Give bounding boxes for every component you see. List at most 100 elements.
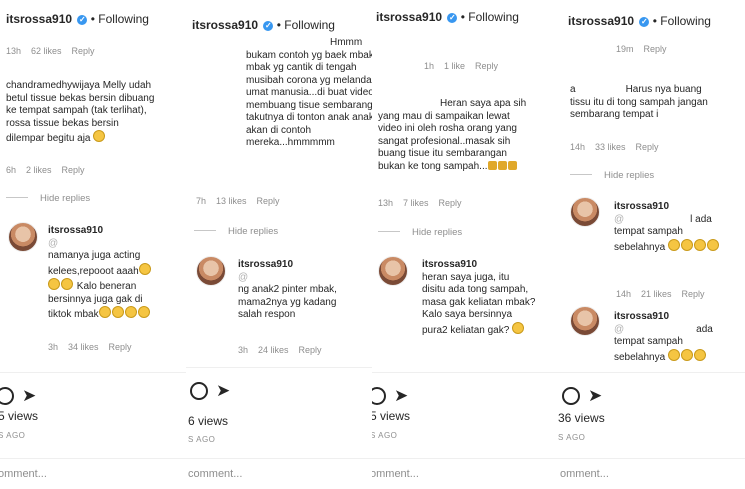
username[interactable]: itsrossa910 — [192, 18, 258, 32]
comment-bar: omment... — [0, 458, 186, 489]
emoji-icon — [693, 348, 706, 361]
timestamp: S AGO — [372, 431, 398, 440]
panel-2: itsrossa910 ✓ • Following Hmmm bukam con… — [186, 0, 373, 489]
emoji-icon — [93, 130, 106, 142]
share-icon[interactable]: ➤ — [22, 386, 36, 406]
emoji-icon — [61, 278, 73, 290]
verified-icon: ✓ — [77, 15, 88, 25]
hide-replies-button[interactable]: Hide replies — [6, 193, 90, 204]
emoji-icon — [48, 278, 60, 290]
comment-text: Heran saya apa sih yang mau di sampaikan… — [378, 98, 527, 172]
following-label[interactable]: • Following — [653, 14, 711, 28]
comment-input[interactable]: omment... — [560, 468, 609, 480]
reply-meta: 14h 21 likes Reply — [616, 289, 705, 299]
reply-meta: 3h 34 likes Reply — [48, 342, 132, 352]
emoji-icon — [667, 348, 680, 361]
verified-icon: ✓ — [263, 21, 274, 31]
reply-username[interactable]: itsrossa910 — [238, 259, 293, 270]
username[interactable]: itsrossa910 — [376, 10, 442, 24]
post-header: itsrossa910 ✓ • Following — [558, 0, 745, 40]
avatar[interactable] — [378, 256, 408, 286]
comment-meta: 19m Reply — [616, 44, 667, 54]
timestamp: S AGO — [188, 435, 216, 444]
share-icon[interactable]: ➤ — [588, 386, 602, 406]
comment-text: chandramedhywijaya Melly udah betul tiss… — [6, 80, 155, 144]
view-count: 5 views — [372, 409, 411, 423]
emoji-icon — [693, 238, 706, 251]
comment-meta: 14h 33 likes Reply — [570, 142, 659, 152]
post-header: itsrossa910 ✓ • Following — [0, 0, 186, 42]
emoji-icon — [137, 306, 150, 318]
emoji-icon — [680, 238, 693, 251]
reply-username[interactable]: itsrossa910 — [614, 311, 669, 322]
reply-text: itsrossa910 @ ng anak2 pinter mbak, mama… — [238, 259, 337, 320]
thumbs-down-icon — [497, 160, 507, 170]
hide-replies-button[interactable]: Hide replies — [378, 227, 462, 238]
comment-text: a Harus nya buang tissu itu di tong sampa… — [570, 84, 708, 120]
following-label[interactable]: • Following — [461, 10, 519, 24]
timestamp: S AGO — [0, 431, 26, 440]
comment-text: Hmmm bukam contoh yg baek mbak mbak yg c… — [246, 37, 373, 148]
reply-username[interactable]: itsrossa910 — [48, 225, 103, 236]
comment-bar: omment... — [372, 458, 558, 489]
emoji-icon — [512, 321, 525, 334]
emoji-icon — [124, 306, 137, 318]
comment-input[interactable]: omment... — [372, 468, 419, 480]
thumbs-down-icon — [487, 160, 497, 170]
comment-meta: 1h 1 like Reply — [424, 61, 499, 71]
avatar[interactable] — [570, 306, 600, 336]
reply-meta: 3h 24 likes Reply — [238, 345, 322, 355]
reply-username[interactable]: itsrossa910 — [422, 259, 477, 270]
emoji-icon — [706, 238, 719, 251]
post-actions: ➤ 5 views S AGO omment... — [372, 372, 558, 489]
comment-icon[interactable] — [562, 387, 580, 406]
panel-3: itsrossa910 ✓ • Following 1h 1 like Reply … — [372, 0, 559, 489]
reply-text: itsrossa910 @ namanya juga acting kelees… — [48, 225, 152, 322]
post-actions: ➤ 36 views S AGO omment... — [558, 372, 745, 489]
comment-icon[interactable] — [190, 382, 208, 401]
emoji-icon — [111, 306, 124, 318]
comment-meta: 13h 62 likes Reply — [6, 46, 95, 56]
panel-1: itsrossa910 ✓ • Following 13h 62 likes Rep… — [0, 0, 187, 489]
reply-username[interactable]: itsrossa910 — [614, 201, 669, 212]
panel-4: itsrossa910 ✓ • Following 19m Reply a Haru… — [558, 0, 745, 489]
avatar[interactable] — [196, 256, 226, 286]
following-label[interactable]: • Following — [277, 18, 335, 32]
username[interactable]: itsrossa910 — [6, 12, 72, 26]
hide-replies-button[interactable]: Hide replies — [570, 170, 654, 181]
post-header: itsrossa910 ✓ • Following — [186, 0, 372, 36]
reply-text: itsrossa910 heran saya juga, itu disitu … — [422, 259, 536, 336]
emoji-icon — [667, 238, 680, 251]
comment-meta: 13h 7 likes Reply — [378, 198, 462, 208]
hide-replies-button[interactable]: Hide replies — [194, 226, 278, 237]
comment-bar: omment... — [558, 458, 745, 489]
comment-input[interactable]: omment... — [0, 468, 47, 480]
comment-bar: comment... — [186, 458, 372, 489]
comment-icon[interactable] — [0, 387, 14, 406]
emoji-icon — [680, 348, 693, 361]
timestamp: S AGO — [558, 433, 586, 442]
view-count: 6 views — [188, 414, 229, 428]
comment-meta: 7h 13 likes Reply — [196, 196, 280, 206]
share-icon[interactable]: ➤ — [216, 381, 230, 401]
reply-text: itsrossa910 @ l ada tempat sampah sebelah… — [614, 201, 720, 254]
post-header: itsrossa910 ✓ • Following — [372, 0, 558, 30]
comment-meta: 6h 2 likes Reply — [6, 165, 85, 175]
comment-input[interactable]: comment... — [188, 468, 242, 480]
emoji-icon — [138, 262, 151, 275]
view-count: 5 views — [0, 409, 39, 423]
verified-icon: ✓ — [639, 17, 650, 27]
verified-icon: ✓ — [447, 13, 458, 23]
emoji-icon — [98, 306, 111, 318]
comment-icon[interactable] — [372, 387, 386, 406]
reply-text: itsrossa910 @ ada tempat sampah sebelahny… — [614, 311, 713, 363]
avatar[interactable] — [570, 197, 600, 227]
username[interactable]: itsrossa910 — [568, 14, 634, 28]
avatar[interactable] — [8, 222, 38, 252]
following-label[interactable]: • Following — [91, 12, 149, 26]
post-actions: ➤ 5 views S AGO omment... — [0, 372, 186, 489]
thumbs-down-icon — [507, 160, 517, 170]
view-count: 36 views — [558, 411, 605, 425]
share-icon[interactable]: ➤ — [394, 386, 408, 406]
post-actions: ➤ 6 views S AGO comment... — [186, 367, 372, 485]
